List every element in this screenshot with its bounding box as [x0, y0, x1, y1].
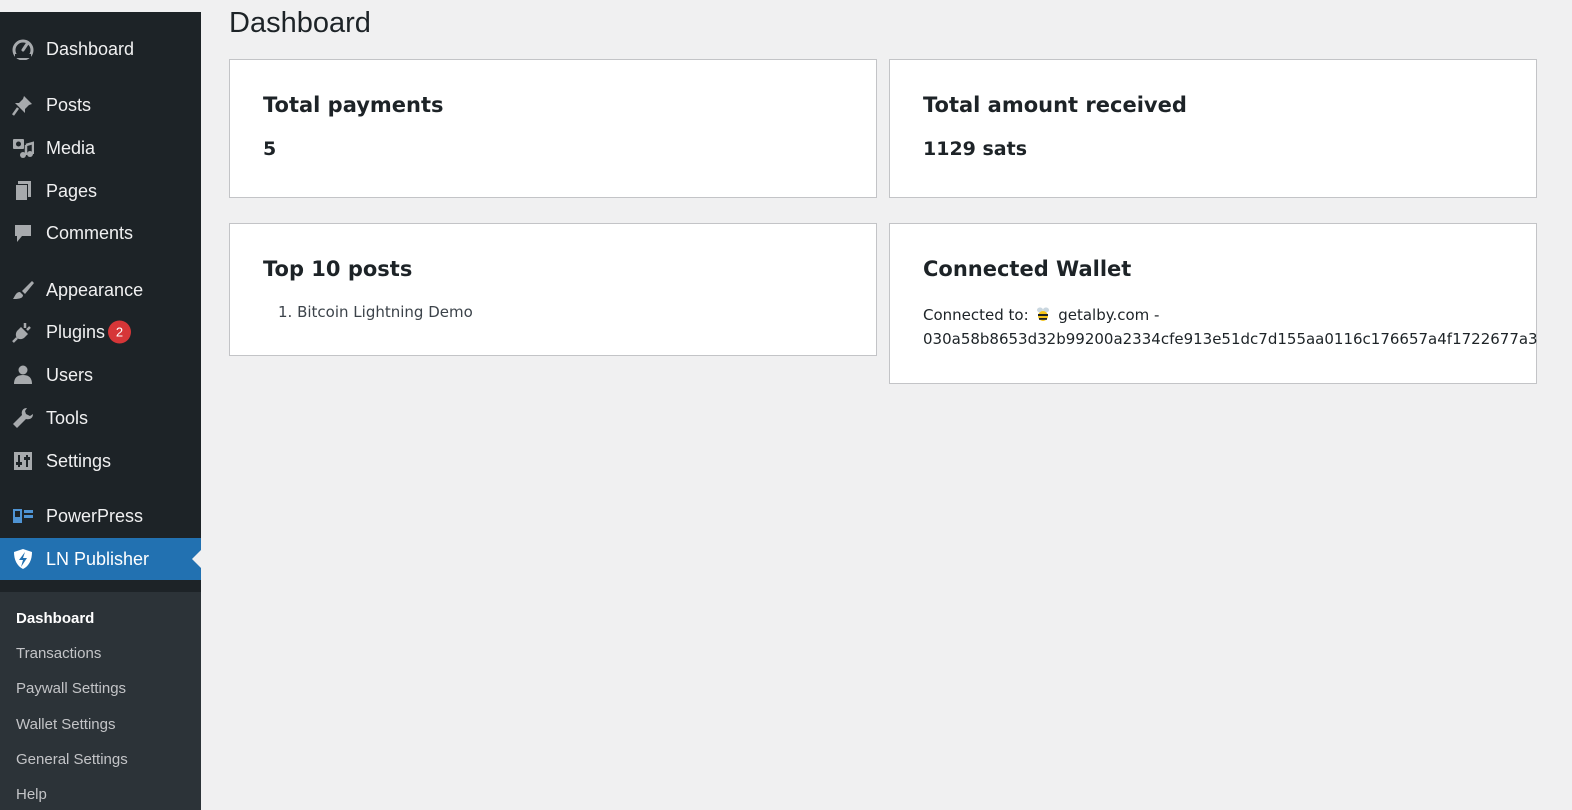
- pin-icon: [12, 94, 34, 116]
- menu-item-posts[interactable]: Posts: [0, 84, 201, 126]
- submenu-item-transactions[interactable]: Transactions: [16, 645, 101, 662]
- plug-icon: [12, 321, 34, 343]
- total-amount-value: 1129 sats: [923, 138, 1028, 160]
- menu-label: Media: [46, 137, 96, 158]
- submenu-item-paywall-settings[interactable]: Paywall Settings: [16, 680, 126, 697]
- top-posts-list: 1. Bitcoin Lightning Demo: [278, 303, 473, 321]
- card-title: Top 10 posts: [263, 257, 413, 281]
- page-title: Dashboard: [229, 7, 371, 39]
- sliders-icon: [12, 450, 34, 472]
- dashboard-icon: [12, 38, 34, 60]
- menu-item-plugins[interactable]: Plugins 2: [0, 311, 201, 353]
- menu-label: Dashboard: [46, 38, 135, 59]
- menu-item-media[interactable]: Media: [0, 127, 201, 169]
- list-item[interactable]: 1. Bitcoin Lightning Demo: [278, 303, 473, 321]
- wallet-node-id: 030a58b8653d32b99200a2334cfe913e51dc7d15…: [923, 330, 1538, 348]
- media-icon: [12, 137, 34, 159]
- menu-label: Settings: [46, 450, 112, 471]
- menu-item-tools[interactable]: Tools: [0, 397, 201, 439]
- bee-icon: [1035, 306, 1051, 328]
- menu-item-appearance[interactable]: Appearance: [0, 269, 201, 311]
- menu-label: Posts: [46, 94, 92, 115]
- menu-item-ln-publisher[interactable]: LN Publisher: [0, 538, 201, 580]
- comment-icon: [12, 222, 34, 244]
- wallet-prefix: Connected to:: [923, 306, 1029, 324]
- menu-item-comments[interactable]: Comments: [0, 212, 201, 254]
- wallet-info: Connected to: getalby.com - 030a58b8653d…: [923, 304, 1538, 350]
- menu-label: Tools: [46, 407, 89, 428]
- menu-item-users[interactable]: Users: [0, 354, 201, 396]
- ln-publisher-submenu: Dashboard Transactions Paywall Settings …: [0, 592, 201, 810]
- wallet-provider: getalby.com -: [1058, 306, 1160, 324]
- powerpress-icon: [12, 505, 34, 527]
- card-title: Total payments: [263, 93, 444, 117]
- plugins-update-badge: 2: [108, 320, 131, 344]
- user-icon: [12, 364, 34, 386]
- menu-label: Pages: [46, 180, 98, 201]
- menu-item-dashboard[interactable]: Dashboard: [0, 28, 201, 70]
- menu-label: Appearance: [46, 279, 144, 300]
- post-title[interactable]: Bitcoin Lightning Demo: [297, 303, 473, 321]
- total-payments-card: Total payments 5: [229, 59, 877, 198]
- lightning-shield-icon: [12, 548, 34, 570]
- total-payments-value: 5: [263, 138, 277, 160]
- menu-label: Plugins: [46, 321, 106, 342]
- card-title: Connected Wallet: [923, 257, 1132, 281]
- menu-item-pages[interactable]: Pages: [0, 170, 201, 212]
- menu-item-settings[interactable]: Settings: [0, 440, 201, 482]
- submenu-item-dashboard[interactable]: Dashboard: [16, 610, 94, 627]
- card-title: Total amount received: [923, 93, 1187, 117]
- top-posts-card: Top 10 posts 1. Bitcoin Lightning Demo: [229, 223, 877, 356]
- submenu-item-help[interactable]: Help: [16, 786, 47, 803]
- pages-icon: [12, 180, 34, 202]
- menu-label: Comments: [46, 222, 134, 243]
- submenu-item-general-settings[interactable]: General Settings: [16, 751, 128, 768]
- submenu-item-wallet-settings[interactable]: Wallet Settings: [16, 716, 116, 733]
- connected-wallet-card: Connected Wallet Connected to: getalby.c…: [889, 223, 1538, 384]
- menu-label: PowerPress: [46, 505, 144, 526]
- admin-sidebar: Dashboard Posts Media Pages Comments App…: [0, 12, 201, 810]
- menu-label: Users: [46, 364, 94, 385]
- menu-item-powerpress[interactable]: PowerPress: [0, 495, 201, 537]
- total-amount-card: Total amount received 1129 sats: [889, 59, 1537, 198]
- menu-label: LN Publisher: [46, 548, 150, 569]
- wrench-icon: [12, 407, 34, 429]
- brush-icon: [12, 279, 34, 301]
